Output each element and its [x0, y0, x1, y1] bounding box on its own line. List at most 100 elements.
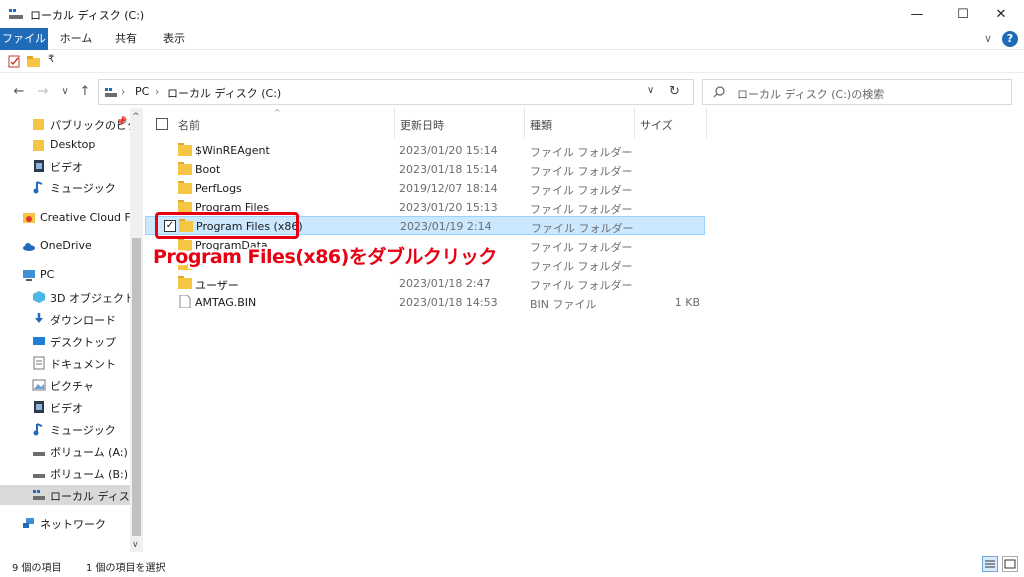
- file-type: ファイル フォルダー: [531, 222, 634, 235]
- sidebar-item-videos[interactable]: ビデオ: [0, 397, 130, 417]
- table-row[interactable]: Boot 2023/01/18 15:14 ファイル フォルダー: [145, 160, 705, 179]
- title-bar: ローカル ディスク (C:) — ☐ ✕: [0, 0, 1024, 28]
- search-box[interactable]: ローカル ディスク (C:)の検索: [702, 79, 1012, 105]
- address-dropdown-icon[interactable]: ∨: [647, 85, 654, 96]
- sidebar-item-label: ボリューム (B:): [50, 468, 129, 481]
- sidebar-item-local-disk-c[interactable]: ローカル ディスク (C: [0, 485, 130, 505]
- sidebar-item-documents[interactable]: ドキュメント: [0, 353, 130, 373]
- pin-icon: 📌: [116, 117, 128, 127]
- file-date: 2023/01/18 15:14: [399, 163, 498, 176]
- video-icon: [34, 160, 44, 172]
- tab-file[interactable]: ファイル: [0, 28, 48, 50]
- navigation-scrollbar[interactable]: ^ ∨: [130, 108, 143, 552]
- drive-icon: [33, 452, 45, 456]
- status-bar: 9 個の項目 1 個の項目を選択: [0, 554, 1024, 577]
- column-header-name[interactable]: 名前: [173, 108, 395, 138]
- file-type: ファイル フォルダー: [530, 260, 633, 273]
- tab-share[interactable]: 共有: [108, 28, 144, 50]
- sidebar-item-network[interactable]: ネットワーク: [0, 513, 130, 533]
- sidebar-item-videos-pinned[interactable]: ビデオ: [0, 156, 130, 176]
- sidebar-item-label: ローカル ディスク (C: [50, 490, 130, 503]
- pc-icon: [23, 270, 35, 281]
- search-icon: [713, 86, 725, 98]
- forward-button[interactable]: →: [34, 82, 52, 102]
- breadcrumb-pc[interactable]: PC: [135, 85, 149, 98]
- file-type: ファイル フォルダー: [530, 146, 633, 159]
- file-list: ^ 名前 更新日時 種類 サイズ $WinREAgent 2023/01/20 …: [145, 108, 1024, 552]
- scroll-up-icon[interactable]: ^: [132, 112, 140, 122]
- file-date: 2023/01/20 15:14: [399, 144, 498, 157]
- ribbon-expand-icon[interactable]: ∨: [984, 32, 992, 45]
- breadcrumb-local-disk[interactable]: ローカル ディスク (C:): [167, 85, 281, 101]
- folder-icon: [178, 143, 192, 156]
- sidebar-item-label: Desktop: [50, 138, 96, 151]
- sidebar-item-label: ボリューム (A:): [50, 446, 128, 459]
- scroll-down-icon[interactable]: ∨: [132, 540, 139, 550]
- sidebar-item-volume-b[interactable]: ボリューム (B:): [0, 463, 130, 483]
- back-button[interactable]: ←: [10, 82, 28, 102]
- table-row[interactable]: $WinREAgent 2023/01/20 15:14 ファイル フォルダー: [145, 141, 705, 160]
- large-icons-view-button[interactable]: [1002, 556, 1018, 572]
- file-date: 2023/01/18 14:53: [399, 296, 498, 309]
- minimize-button[interactable]: —: [894, 0, 940, 28]
- column-header-size[interactable]: サイズ: [635, 108, 707, 138]
- folder-icon: [33, 119, 44, 130]
- breadcrumb-separator: ›: [155, 85, 160, 98]
- table-row[interactable]: ユーザー 2023/01/18 2:47 ファイル フォルダー: [145, 274, 705, 293]
- quick-access-toolbar: ₹: [0, 51, 1024, 73]
- folder-icon: [178, 162, 192, 175]
- search-placeholder: ローカル ディスク (C:)の検索: [737, 88, 885, 101]
- sidebar-item-label: 3D オブジェクト: [50, 292, 130, 305]
- sidebar-item-public-pictures[interactable]: パブリックのピクチ 📌: [0, 114, 130, 134]
- large-icons-view-icon: [1004, 559, 1016, 569]
- file-type: BIN ファイル: [530, 298, 597, 311]
- tab-home[interactable]: ホーム: [56, 28, 96, 50]
- address-bar[interactable]: › PC › ローカル ディスク (C:) ∨ ↻: [98, 79, 694, 105]
- refresh-button[interactable]: ↻: [669, 84, 680, 99]
- document-icon: [33, 356, 45, 370]
- column-header-date[interactable]: 更新日時: [395, 108, 525, 138]
- table-row[interactable]: PerfLogs 2019/12/07 18:14 ファイル フォルダー: [145, 179, 705, 198]
- desktop-icon: [33, 337, 45, 345]
- sidebar-item-label: ダウンロード: [50, 314, 116, 327]
- file-type: ファイル フォルダー: [530, 241, 633, 254]
- help-icon[interactable]: ?: [1002, 31, 1018, 47]
- sidebar-item-pc[interactable]: PC: [0, 265, 130, 285]
- sidebar-item-label: ミュージック: [50, 424, 116, 437]
- details-view-button[interactable]: [982, 556, 998, 572]
- drive-icon: [33, 474, 45, 478]
- properties-icon[interactable]: [8, 55, 21, 68]
- tab-view[interactable]: 表示: [156, 28, 192, 50]
- sidebar-item-downloads[interactable]: ダウンロード: [0, 309, 130, 329]
- column-header-type[interactable]: 種類: [525, 108, 635, 138]
- select-all-checkbox[interactable]: [156, 118, 168, 130]
- customize-dropdown-icon[interactable]: ₹: [48, 54, 54, 65]
- details-view-icon: [985, 560, 995, 568]
- folder-icon: [33, 140, 44, 151]
- up-button[interactable]: ↑: [76, 82, 94, 102]
- download-icon: [35, 313, 43, 323]
- sidebar-item-desktop[interactable]: Desktop: [0, 135, 130, 155]
- selected-count: 1 個の項目を選択: [86, 563, 166, 574]
- sidebar-item-pictures[interactable]: ピクチャ: [0, 375, 130, 395]
- file-name: AMTAG.BIN: [195, 296, 257, 309]
- file-type: ファイル フォルダー: [530, 279, 633, 292]
- drive-icon: [9, 9, 23, 19]
- sidebar-item-music[interactable]: ミュージック: [0, 419, 130, 439]
- sidebar-item-onedrive[interactable]: OneDrive: [0, 236, 130, 256]
- new-folder-icon[interactable]: [27, 55, 40, 68]
- cloud-icon: [23, 243, 35, 251]
- sidebar-item-desktop-pc[interactable]: デスクトップ: [0, 331, 130, 351]
- sidebar-item-3d-objects[interactable]: 3D オブジェクト: [0, 287, 130, 307]
- table-row[interactable]: AMTAG.BIN 2023/01/18 14:53 BIN ファイル 1 KB: [145, 293, 705, 312]
- sidebar-item-music-pinned[interactable]: ミュージック: [0, 177, 130, 197]
- ribbon-tabs: ファイル ホーム 共有 表示 ∨ ?: [0, 28, 1024, 50]
- sidebar-item-creative-cloud[interactable]: Creative Cloud File: [0, 208, 130, 228]
- sidebar-item-volume-a[interactable]: ボリューム (A:): [0, 441, 130, 461]
- scrollbar-thumb[interactable]: [132, 238, 141, 536]
- close-button[interactable]: ✕: [978, 0, 1024, 28]
- recent-locations-button[interactable]: ∨: [56, 82, 74, 102]
- column-label: サイズ: [640, 119, 673, 132]
- address-row: ← → ∨ ↑ › PC › ローカル ディスク (C:) ∨ ↻ ローカル デ…: [0, 76, 1024, 108]
- file-date: 2023/01/20 15:13: [399, 201, 498, 214]
